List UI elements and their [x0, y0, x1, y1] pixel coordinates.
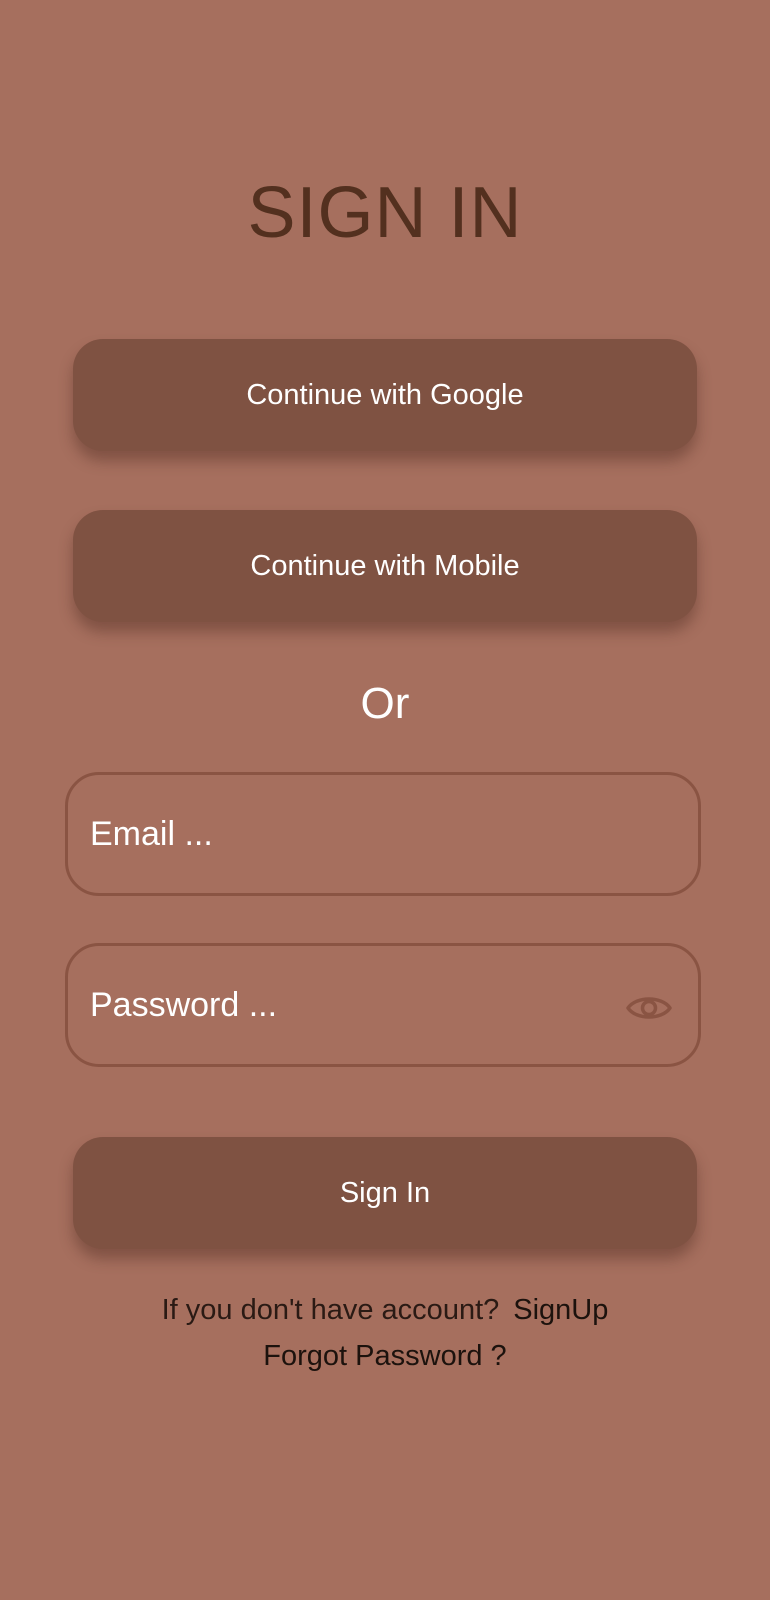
signup-row: If you don't have account? SignUp	[0, 1290, 770, 1330]
email-field[interactable]	[90, 775, 590, 893]
continue-with-mobile-label: Continue with Mobile	[250, 549, 520, 582]
password-field-container	[65, 943, 701, 1067]
page-title: SIGN IN	[247, 173, 523, 253]
password-field[interactable]	[90, 946, 590, 1064]
continue-with-google-button[interactable]: Continue with Google	[73, 339, 697, 451]
eye-icon[interactable]	[625, 984, 673, 1032]
sign-in-label: Sign In	[339, 1176, 431, 1209]
email-field-container	[65, 772, 701, 896]
sign-in-button[interactable]: Sign In	[73, 1137, 697, 1249]
signup-link[interactable]: SignUp	[513, 1294, 608, 1326]
continue-with-mobile-button[interactable]: Continue with Mobile	[73, 510, 697, 622]
signup-prompt: If you don't have account?	[161, 1294, 500, 1326]
continue-with-google-label: Continue with Google	[246, 378, 524, 411]
forgot-password-link[interactable]: Forgot Password ?	[0, 1336, 770, 1376]
or-divider: Or	[360, 679, 410, 728]
